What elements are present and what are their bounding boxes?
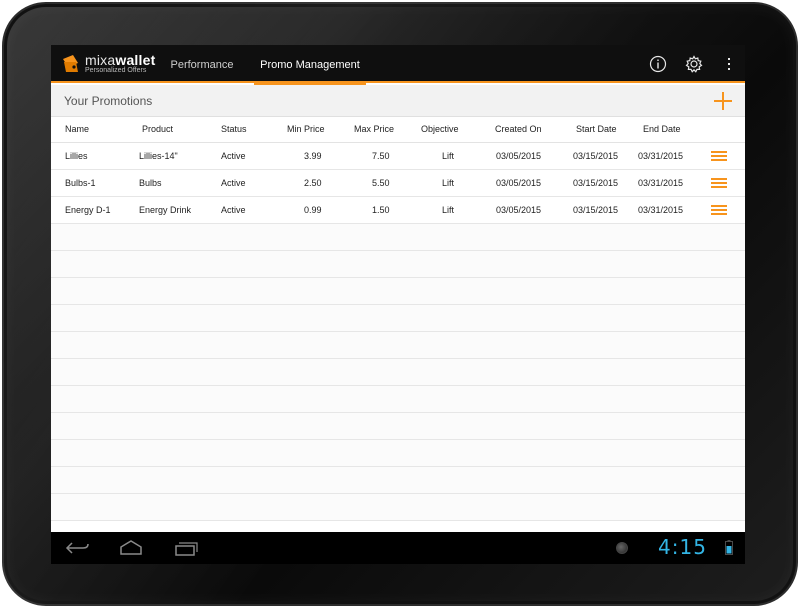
cell-name: Bulbs-1 [65, 178, 96, 188]
cell-objective: Lift [442, 178, 455, 188]
recent-apps-icon[interactable] [172, 539, 200, 557]
screen: mixawallet Personalized Offers Performan… [51, 45, 745, 564]
drag-handle-icon[interactable] [711, 151, 727, 162]
cell-product: Energy Drink [139, 205, 192, 215]
empty-row [51, 278, 745, 305]
empty-row [51, 305, 745, 332]
cell-status: Active [221, 151, 246, 161]
cell-min-price: 0.99 [304, 205, 322, 215]
cell-objective: Lift [442, 205, 455, 215]
empty-row [51, 413, 745, 440]
logo-wordmark: mixawallet [85, 52, 155, 68]
logo-bold: wallet [115, 52, 156, 68]
cell-max-price: 7.50 [372, 151, 390, 161]
drag-handle-icon[interactable] [711, 178, 727, 189]
column-header-product[interactable]: Product [142, 124, 173, 134]
column-header-name[interactable]: Name [65, 124, 89, 134]
cell-end-date: 03/31/2015 [638, 205, 684, 215]
back-icon[interactable] [63, 539, 91, 557]
tab-performance[interactable]: Performance [161, 45, 243, 83]
notification-icon[interactable] [616, 542, 628, 554]
overflow-menu-icon[interactable] [718, 53, 740, 75]
cell-max-price: 1.50 [372, 205, 390, 215]
system-navigation-bar: 4:15 [51, 532, 745, 564]
empty-row [51, 467, 745, 494]
battery-icon [725, 540, 733, 555]
cell-status: Active [221, 178, 246, 188]
cell-created-on: 03/05/2015 [496, 205, 542, 215]
tab-promo-management[interactable]: Promo Management [254, 45, 366, 85]
column-header-status[interactable]: Status [221, 124, 247, 134]
cell-end-date: 03/31/2015 [638, 178, 684, 188]
system-clock: 4:15 [658, 535, 707, 559]
empty-row [51, 440, 745, 467]
table-row[interactable]: Energy D-1 Energy Drink Active 0.99 1.50… [51, 197, 745, 224]
drag-handle-icon[interactable] [711, 205, 727, 216]
logo-tagline: Personalized Offers [85, 67, 147, 74]
empty-row [51, 332, 745, 359]
column-header-min-price[interactable]: Min Price [287, 124, 325, 134]
cell-start-date: 03/15/2015 [573, 178, 619, 188]
empty-row [51, 386, 745, 413]
info-icon[interactable] [647, 53, 669, 75]
section-bar: Your Promotions [51, 85, 745, 117]
column-header-start-date[interactable]: Start Date [576, 124, 617, 134]
plus-icon[interactable] [711, 89, 735, 113]
empty-row [51, 494, 745, 521]
cell-name: Lillies [65, 151, 88, 161]
section-title: Your Promotions [64, 94, 153, 108]
column-header-created-on[interactable]: Created On [495, 124, 542, 134]
app-header: mixawallet Personalized Offers Performan… [51, 45, 745, 85]
cell-min-price: 2.50 [304, 178, 322, 188]
cell-start-date: 03/15/2015 [573, 205, 619, 215]
home-icon[interactable] [117, 539, 145, 557]
empty-row [51, 251, 745, 278]
table-row[interactable]: Lillies Lillies-14" Active 3.99 7.50 Lif… [51, 143, 745, 170]
cell-start-date: 03/15/2015 [573, 151, 619, 161]
cell-product: Lillies-14" [139, 151, 178, 161]
cell-end-date: 03/31/2015 [638, 151, 684, 161]
wallet-logo-icon [63, 55, 78, 72]
logo-light: mixa [85, 52, 116, 68]
cell-name: Energy D-1 [65, 205, 111, 215]
column-header-objective[interactable]: Objective [421, 124, 459, 134]
cell-min-price: 3.99 [304, 151, 322, 161]
empty-row [51, 359, 745, 386]
column-header-max-price[interactable]: Max Price [354, 124, 394, 134]
column-header-end-date[interactable]: End Date [643, 124, 681, 134]
cell-status: Active [221, 205, 246, 215]
logo: mixawallet Personalized Offers [61, 52, 156, 78]
empty-row [51, 224, 745, 251]
cell-created-on: 03/05/2015 [496, 178, 542, 188]
cell-created-on: 03/05/2015 [496, 151, 542, 161]
table-header: Name Product Status Min Price Max Price … [51, 117, 745, 143]
cell-product: Bulbs [139, 178, 162, 188]
cell-objective: Lift [442, 151, 455, 161]
gear-icon[interactable] [683, 53, 705, 75]
table-row[interactable]: Bulbs-1 Bulbs Active 2.50 5.50 Lift 03/0… [51, 170, 745, 197]
cell-max-price: 5.50 [372, 178, 390, 188]
promotions-table: Lillies Lillies-14" Active 3.99 7.50 Lif… [51, 143, 745, 521]
